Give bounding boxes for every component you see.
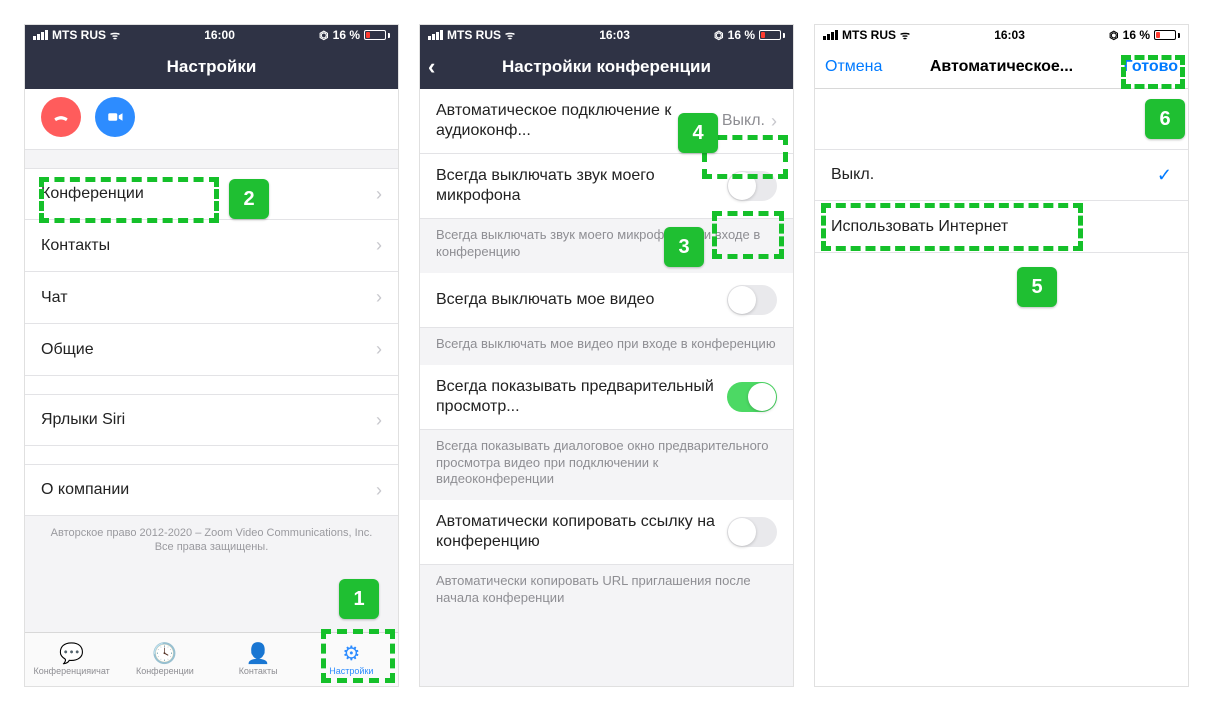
chevron-right-icon: ›: [376, 235, 382, 256]
chevron-right-icon: ›: [376, 410, 382, 431]
chevron-right-icon: ›: [376, 287, 382, 308]
tab-settings[interactable]: ⚙ Настройки: [305, 633, 398, 686]
signal-icon: [33, 30, 48, 40]
profile-actions: [25, 89, 398, 150]
hangup-icon[interactable]: [41, 97, 81, 137]
row-label: Контакты: [41, 236, 376, 256]
wifi-icon: ᯤ: [110, 28, 120, 43]
wifi-icon: ᯤ: [900, 28, 910, 43]
row-siri[interactable]: Ярлыки Siri ›: [25, 394, 398, 446]
chevron-right-icon: ›: [376, 480, 382, 501]
battery-percent: 16 %: [1123, 28, 1150, 42]
hint-preview: Всегда показывать диалоговое окно предва…: [420, 430, 793, 501]
clock: 16:00: [120, 28, 319, 42]
option-off[interactable]: Выкл. ✓: [815, 149, 1188, 201]
option-internet[interactable]: Использовать Интернет: [815, 201, 1188, 253]
page-title: Настройки: [167, 57, 257, 77]
row-value: Выкл.: [722, 112, 765, 130]
phone-meeting-settings: MTS RUS ᯤ 16:03 ⏣ 16 % ‹ Настройки конфе…: [419, 24, 794, 687]
row-auto-audio[interactable]: Автоматическое подключение к аудиоконф..…: [420, 89, 793, 154]
toggle-video-off[interactable]: [727, 285, 777, 315]
row-preview[interactable]: Всегда показывать предварительный просмо…: [420, 365, 793, 430]
row-label: Всегда показывать предварительный просмо…: [436, 377, 727, 417]
row-video-off[interactable]: Всегда выключать мое видео: [420, 273, 793, 328]
chat-icon: 💬: [59, 644, 84, 664]
gear-icon: ⚙: [342, 644, 360, 664]
battery-percent: 16 %: [728, 28, 755, 42]
status-bar: MTS RUS ᯤ 16:03 ⏣ 16 %: [420, 25, 793, 45]
row-copy-link[interactable]: Автоматически копировать ссылку на конфе…: [420, 500, 793, 565]
status-bar: MTS RUS ᯤ 16:03 ⏣ 16 %: [815, 25, 1188, 45]
page-title: Настройки конференции: [502, 57, 711, 77]
row-contacts[interactable]: Контакты ›: [25, 220, 398, 272]
toggle-preview[interactable]: [727, 382, 777, 412]
toggle-copy-link[interactable]: [727, 517, 777, 547]
options-content: Выкл. ✓ Использовать Интернет: [815, 89, 1188, 686]
battery-icon: [1154, 30, 1180, 40]
cancel-button[interactable]: Отмена: [825, 45, 882, 88]
tab-chat[interactable]: 💬 Конференцияичат: [25, 633, 118, 686]
wifi-icon: ᯤ: [505, 28, 515, 43]
row-conferences[interactable]: Конференции ›: [25, 168, 398, 220]
contacts-icon: 👤: [246, 644, 271, 664]
chevron-right-icon: ›: [376, 339, 382, 360]
orientation-lock-icon: ⏣: [1109, 29, 1119, 42]
signal-icon: [428, 30, 443, 40]
phone-audio-options: MTS RUS ᯤ 16:03 ⏣ 16 % Отмена Автоматиче…: [814, 24, 1189, 687]
video-icon[interactable]: [95, 97, 135, 137]
hint-copy-link: Автоматически копировать URL приглашения…: [420, 565, 793, 619]
row-chat[interactable]: Чат ›: [25, 272, 398, 324]
signal-icon: [823, 30, 838, 40]
settings-content: Конференции › Контакты › Чат › Общие › Я…: [25, 89, 398, 632]
nav-header: Отмена Автоматическое... Готово: [815, 45, 1188, 89]
row-label: Конференции: [41, 184, 376, 204]
chevron-right-icon: ›: [771, 111, 777, 132]
hint-video-off: Всегда выключать мое видео при входе в к…: [420, 328, 793, 365]
row-general[interactable]: Общие ›: [25, 324, 398, 376]
copyright: Авторское право 2012-2020 – Zoom Video C…: [25, 516, 398, 563]
carrier-label: MTS RUS: [447, 28, 501, 42]
option-label: Использовать Интернет: [831, 218, 1172, 236]
battery-icon: [759, 30, 785, 40]
row-label: Автоматическое подключение к аудиоконф..…: [436, 101, 722, 141]
row-mute-mic[interactable]: Всегда выключать звук моего микрофона: [420, 154, 793, 219]
carrier-label: MTS RUS: [842, 28, 896, 42]
clock-icon: 🕓: [152, 644, 177, 664]
nav-header: Настройки: [25, 45, 398, 89]
carrier-label: MTS RUS: [52, 28, 106, 42]
battery-percent: 16 %: [333, 28, 360, 42]
hint-mute-mic: Всегда выключать звук моего микрофона пр…: [420, 219, 793, 273]
chevron-right-icon: ›: [376, 184, 382, 205]
tab-bar: 💬 Конференцияичат 🕓 Конференции 👤 Контак…: [25, 632, 398, 686]
battery-icon: [364, 30, 390, 40]
meeting-settings-content: Автоматическое подключение к аудиоконф..…: [420, 89, 793, 686]
tab-meetings[interactable]: 🕓 Конференции: [118, 633, 211, 686]
status-bar: MTS RUS ᯤ 16:00 ⏣ 16 %: [25, 25, 398, 45]
tab-contacts[interactable]: 👤 Контакты: [212, 633, 305, 686]
row-label: Общие: [41, 340, 376, 360]
row-label: Всегда выключать звук моего микрофона: [436, 166, 727, 206]
row-label: О компании: [41, 480, 376, 500]
page-title: Автоматическое...: [930, 58, 1073, 76]
done-button[interactable]: Готово: [1124, 45, 1178, 88]
orientation-lock-icon: ⏣: [714, 29, 724, 42]
back-button[interactable]: ‹: [428, 45, 435, 89]
option-label: Выкл.: [831, 166, 1157, 184]
phone-settings: MTS RUS ᯤ 16:00 ⏣ 16 % Настройки Конфере…: [24, 24, 399, 687]
row-label: Автоматически копировать ссылку на конфе…: [436, 512, 727, 552]
clock: 16:03: [515, 28, 714, 42]
row-label: Всегда выключать мое видео: [436, 290, 727, 310]
checkmark-icon: ✓: [1157, 165, 1172, 186]
nav-header: ‹ Настройки конференции: [420, 45, 793, 89]
toggle-mute-mic[interactable]: [727, 171, 777, 201]
clock: 16:03: [910, 28, 1109, 42]
row-label: Чат: [41, 288, 376, 308]
orientation-lock-icon: ⏣: [319, 29, 329, 42]
row-about[interactable]: О компании ›: [25, 464, 398, 516]
row-label: Ярлыки Siri: [41, 410, 376, 430]
